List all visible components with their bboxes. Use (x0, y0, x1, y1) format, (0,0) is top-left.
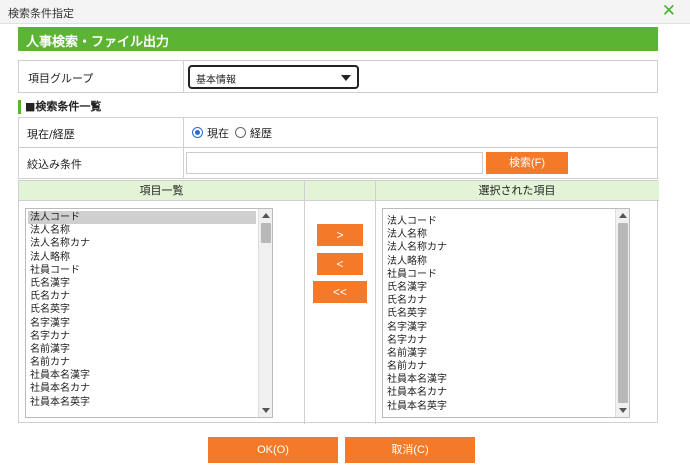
list-item[interactable]: 名前漢字 (385, 347, 613, 360)
radio-history-label: 経歴 (250, 126, 272, 140)
list-item[interactable]: 社員本名カナ (28, 382, 256, 395)
list-item[interactable]: 法人名称カナ (385, 241, 613, 254)
item-group-row: 項目グループ 基本情報 (18, 60, 658, 93)
page-title: 人事検索・ファイル出力 (18, 27, 658, 51)
search-button[interactable]: 検索(F) (486, 152, 568, 174)
divider (304, 181, 305, 424)
filter-row: 絞込み条件 検索(F) (19, 148, 657, 178)
item-group-select[interactable]: 基本情報 (188, 65, 359, 89)
ok-button[interactable]: OK(O) (208, 437, 338, 463)
list-item[interactable]: 社員本名カナ (385, 386, 613, 399)
dialog-title: 検索条件指定 (8, 7, 74, 20)
list-item[interactable]: 名字漢字 (28, 317, 256, 330)
status-row: 現在/経歴 現在 経歴 (19, 118, 657, 148)
radio-history[interactable] (235, 127, 246, 138)
list-item[interactable]: 名字カナ (28, 330, 256, 343)
list-item[interactable]: 法人略称 (385, 255, 613, 268)
remove-all-button[interactable]: << (313, 281, 367, 303)
available-items-list[interactable]: 法人コード 法人名称 法人名称カナ 法人略称 社員コード 氏名漢字 氏名カナ 氏名英字 名字漢字… (25, 208, 273, 418)
list-item[interactable]: 社員コード (28, 264, 256, 277)
available-scrollbar[interactable] (258, 209, 272, 417)
close-icon[interactable]: ✕ (662, 1, 676, 21)
chevron-down-icon (341, 75, 351, 81)
conditions-table: 現在/経歴 現在 経歴 絞込み条件 検索(F) (18, 117, 658, 179)
field-selection-panel: 項目一覧 選択された項目 法人コード 法人名称 法人名称カナ 法人略称 社員コード 氏名漢… (18, 180, 659, 424)
list-item[interactable]: 社員コード (385, 268, 613, 281)
item-group-selected-value: 基本情報 (196, 75, 236, 86)
list-item[interactable]: 名前カナ (385, 360, 613, 373)
remove-item-button[interactable]: < (317, 253, 363, 275)
list-item[interactable]: 法人コード (28, 211, 256, 225)
list-item[interactable]: 社員本名漢字 (385, 373, 613, 386)
radio-current[interactable] (192, 127, 203, 138)
list-item[interactable]: 法人名称 (385, 228, 613, 241)
selected-items-header: 選択された項目 (375, 181, 659, 201)
list-item[interactable]: 氏名カナ (385, 294, 613, 307)
cancel-button[interactable]: 取消(C) (345, 437, 475, 463)
list-item[interactable]: 氏名英字 (385, 307, 613, 320)
item-group-label: 項目グループ (19, 61, 184, 92)
list-item[interactable]: 名前カナ (28, 356, 256, 369)
filter-input[interactable] (186, 152, 483, 174)
list-item[interactable]: 法人コード (385, 215, 613, 228)
list-item[interactable]: 名字漢字 (385, 321, 613, 334)
list-item[interactable]: 社員本名英字 (28, 396, 256, 409)
scroll-thumb[interactable] (261, 223, 271, 243)
list-item[interactable]: 法人略称 (28, 251, 256, 264)
scroll-thumb[interactable] (618, 223, 628, 403)
radio-current-label: 現在 (207, 126, 229, 140)
list-item[interactable]: 氏名漢字 (28, 277, 256, 290)
list-item[interactable]: 氏名カナ (28, 290, 256, 303)
dialog-titlebar: 検索条件指定 ✕ (0, 0, 690, 24)
status-options: 現在 経歴 (184, 118, 657, 147)
list-item[interactable]: 名前漢字 (28, 343, 256, 356)
scroll-down-icon[interactable] (619, 408, 627, 413)
available-items-header: 項目一覧 (19, 181, 304, 201)
move-buttons-header (304, 181, 375, 201)
filter-label: 絞込み条件 (19, 148, 184, 178)
scroll-up-icon[interactable] (619, 213, 627, 218)
list-item[interactable]: 社員本名漢字 (28, 369, 256, 382)
add-item-button[interactable]: > (317, 224, 363, 246)
list-item[interactable]: 社員本名英字 (385, 400, 613, 413)
list-item[interactable]: 氏名漢字 (385, 281, 613, 294)
list-item[interactable]: 名字カナ (385, 334, 613, 347)
conditions-heading: ■検索条件一覧 (18, 100, 218, 114)
filter-cell: 検索(F) (184, 148, 657, 178)
available-items-container: 法人コード 法人名称 法人名称カナ 法人略称 社員コード 氏名漢字 氏名カナ 氏名英字 名字漢字… (28, 211, 256, 409)
selected-items-container: 法人コード 法人名称 法人名称カナ 法人略称 社員コード 氏名漢字 氏名カナ 氏名英字 名字漢字… (385, 215, 613, 413)
status-label: 現在/経歴 (19, 118, 184, 147)
item-group-value-cell: 基本情報 (184, 61, 657, 92)
list-item[interactable]: 法人名称 (28, 224, 256, 237)
divider (375, 181, 376, 424)
selected-items-list[interactable]: 法人コード 法人名称 法人名称カナ 法人略称 社員コード 氏名漢字 氏名カナ 氏名英字 名字漢字… (382, 208, 630, 418)
selected-scrollbar[interactable] (615, 209, 629, 417)
scroll-down-icon[interactable] (262, 408, 270, 413)
list-item[interactable]: 法人名称カナ (28, 237, 256, 250)
list-item[interactable]: 氏名英字 (28, 303, 256, 316)
scroll-up-icon[interactable] (262, 213, 270, 218)
